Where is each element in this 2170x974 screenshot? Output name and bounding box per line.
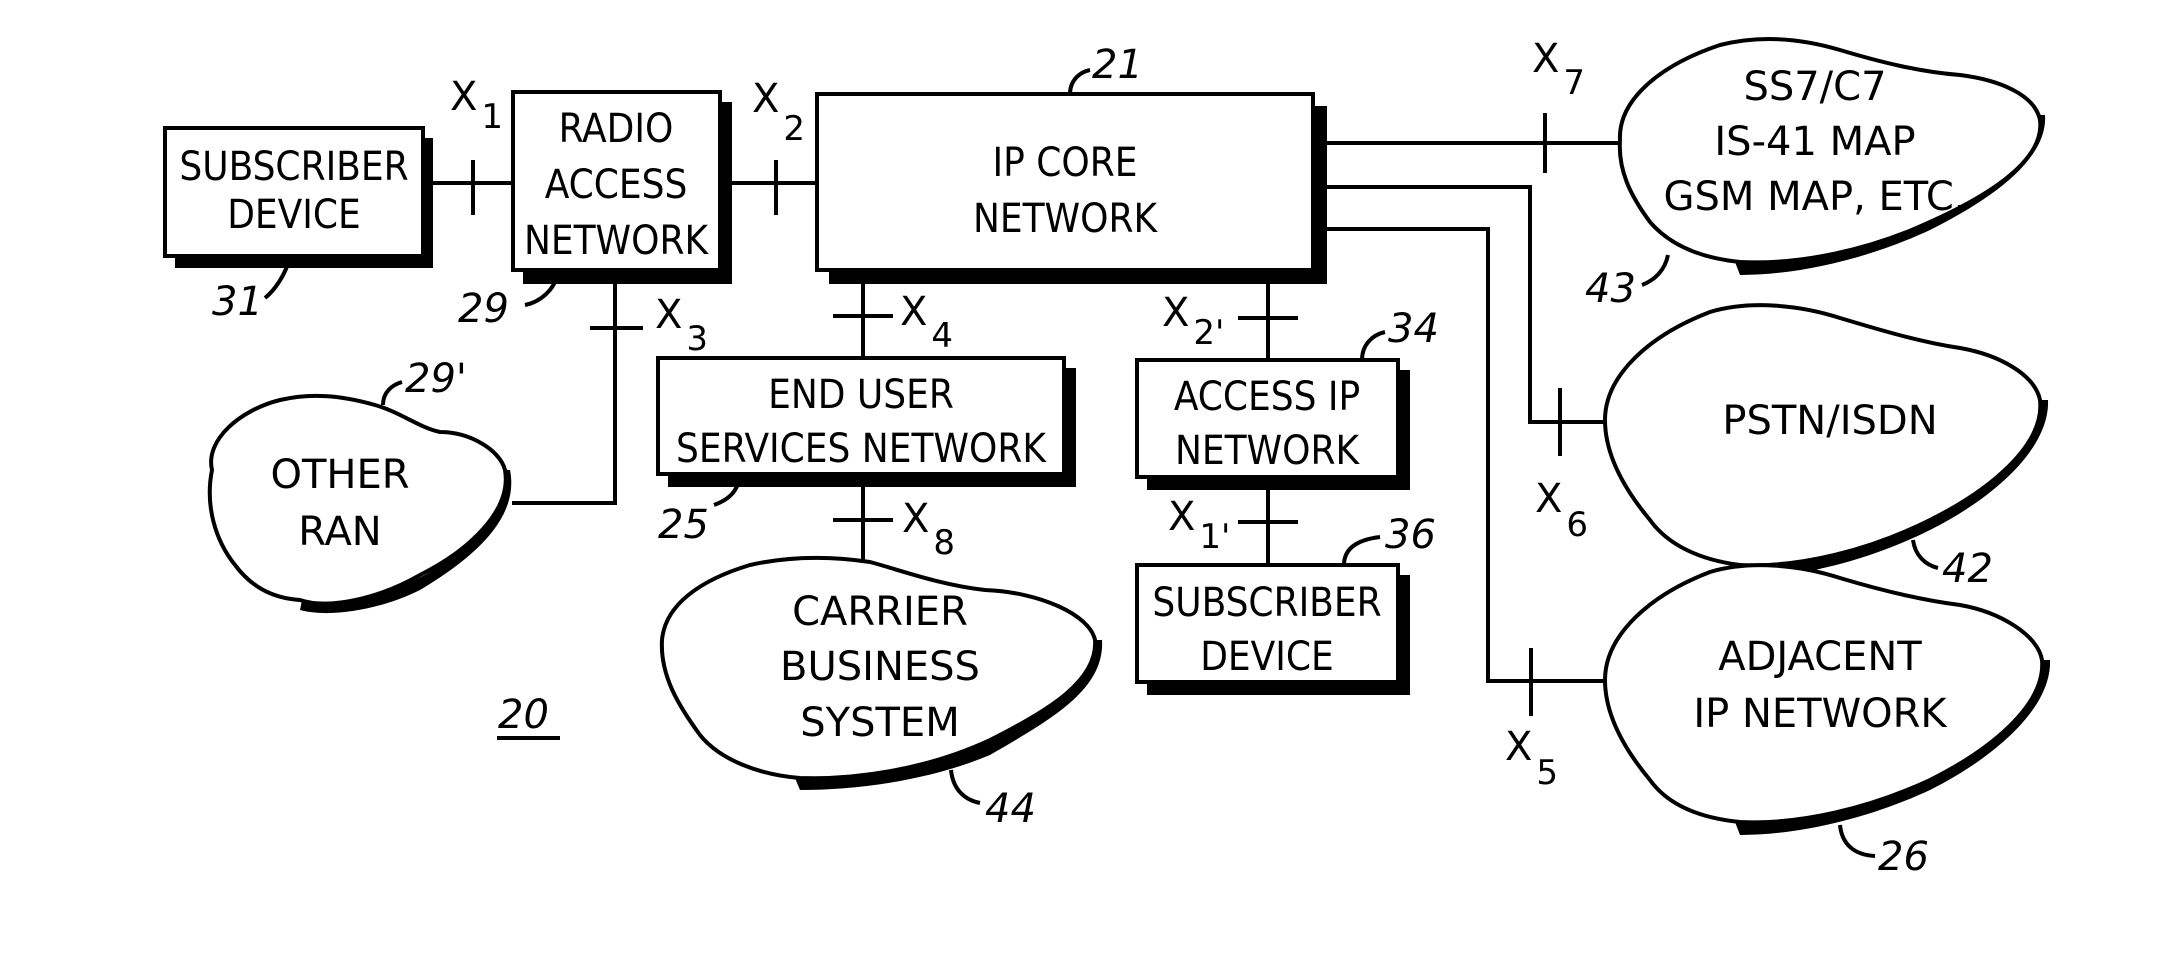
leader-43 <box>1641 254 1670 287</box>
interface-label-x4: X4 <box>900 289 953 356</box>
link-ran-other-ran <box>512 272 617 505</box>
leader-21 <box>1068 68 1091 95</box>
node-label-line: ADJACENT <box>1718 634 1922 680</box>
network-architecture-diagram: SUBSCRIBER DEVICE RADIO ACCESS NETWORK I… <box>163 36 2051 880</box>
figure-number: 20 <box>498 692 549 738</box>
node-ss7-c7-43[interactable]: SS7/C7 IS-41 MAP GSM MAP, ETC. <box>1617 36 2046 275</box>
node-label-line: DEVICE <box>227 192 361 238</box>
interface-label-x1: X1 <box>450 74 503 137</box>
node-label-line: RAN <box>298 509 381 555</box>
interface-label-x3: X3 <box>655 292 708 359</box>
ref-label-26: 26 <box>1878 834 1929 880</box>
node-label-line: PSTN/ISDN <box>1722 398 1937 444</box>
ref-label-36: 36 <box>1385 512 1436 558</box>
leader-44 <box>949 769 981 805</box>
leader-29-prime <box>381 380 403 406</box>
node-label-line: NETWORK <box>973 196 1159 242</box>
ref-label-25: 25 <box>658 502 709 548</box>
interface-label-x1-prime: X 1' <box>1168 494 1230 557</box>
node-label-line: DEVICE <box>1200 634 1334 680</box>
node-label-line: SERVICES NETWORK <box>676 426 1047 472</box>
interface-label-x2-prime: X 2' <box>1162 290 1224 353</box>
interface-label-x6: X6 <box>1535 476 1588 545</box>
leader-42 <box>1911 539 1939 570</box>
ref-label-29-prime: 29' <box>405 356 467 402</box>
node-label-line: SUBSCRIBER <box>1152 580 1381 626</box>
node-access-ip-network-34[interactable]: ACCESS IP NETWORK <box>1135 358 1410 490</box>
node-label-line: GSM MAP, ETC. <box>1663 174 1966 220</box>
cloud-outline <box>207 393 508 606</box>
node-ip-core-network-21[interactable]: IP CORE NETWORK <box>815 92 1327 284</box>
node-end-user-services-network-25[interactable]: END USER SERVICES NETWORK <box>656 356 1076 487</box>
figure-label: 20 <box>497 692 560 740</box>
node-label-line: END USER <box>768 372 954 418</box>
node-carrier-business-system-44[interactable]: CARRIER BUSINESS SYSTEM <box>659 555 1103 790</box>
ref-label-29: 29 <box>458 286 509 332</box>
node-label-line: SUBSCRIBER <box>179 144 408 190</box>
node-other-ran-29-prime[interactable]: OTHER RAN <box>207 393 512 614</box>
node-radio-access-network-29[interactable]: RADIO ACCESS NETWORK <box>511 90 732 284</box>
node-subscriber-device-36[interactable]: SUBSCRIBER DEVICE <box>1135 563 1410 695</box>
node-label-line: IP NETWORK <box>1693 691 1948 737</box>
leader-26 <box>1838 824 1876 858</box>
node-label-line: CARRIER <box>792 589 968 635</box>
node-adjacent-ip-network-26[interactable]: ADJACENT IP NETWORK <box>1602 563 2051 835</box>
node-subscriber-device-31[interactable]: SUBSCRIBER DEVICE <box>163 126 433 268</box>
ref-label-42: 42 <box>1942 546 1993 592</box>
ref-label-21: 21 <box>1092 42 1143 88</box>
node-label-line: SS7/C7 <box>1743 64 1886 110</box>
node-label-line: NETWORK <box>1175 428 1361 474</box>
node-label-line: IP CORE <box>993 140 1138 186</box>
node-label-line: ACCESS <box>545 162 688 208</box>
interface-label-x7: X7 <box>1532 36 1585 103</box>
node-label-line: BUSINESS <box>780 644 980 690</box>
node-label-line: OTHER <box>270 452 409 498</box>
ref-label-43: 43 <box>1585 266 1636 312</box>
ref-label-44: 44 <box>985 786 1036 832</box>
leader-36 <box>1342 535 1381 566</box>
node-label-line: SYSTEM <box>800 700 959 746</box>
leader-34 <box>1360 330 1386 361</box>
ref-label-34: 34 <box>1388 306 1439 352</box>
node-label-line: ACCESS IP <box>1174 374 1360 420</box>
interface-label-x8: X8 <box>902 496 955 563</box>
interface-label-x5: X5 <box>1505 724 1558 793</box>
interface-label-x2: X2 <box>752 76 805 149</box>
node-label-line: NETWORK <box>524 218 710 264</box>
node-pstn-isdn-42[interactable]: PSTN/ISDN <box>1602 303 2049 578</box>
node-label-line: IS-41 MAP <box>1714 119 1915 165</box>
ref-label-31: 31 <box>212 279 263 325</box>
node-label-line: RADIO <box>559 106 674 152</box>
